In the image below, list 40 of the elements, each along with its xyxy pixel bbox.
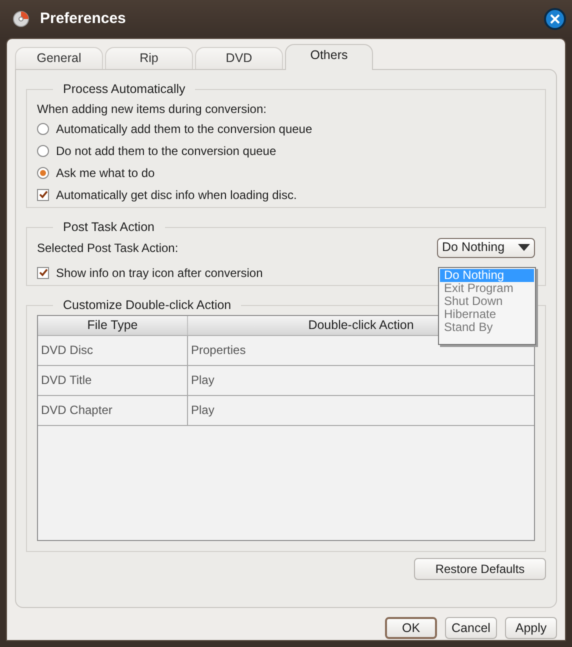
- table-cell: DVD Disc: [38, 336, 188, 365]
- table-cell: DVD Title: [38, 366, 188, 395]
- dialog-button[interactable]: OK: [385, 617, 437, 639]
- option-label: Automatically add them to the conversion queue: [56, 120, 312, 138]
- group-title: Process Automatically: [62, 81, 186, 98]
- dialog-button[interactable]: Cancel: [445, 617, 497, 639]
- close-icon: [550, 14, 560, 24]
- radio-button[interactable]: [37, 144, 49, 157]
- dialog-button[interactable]: Apply: [505, 617, 557, 639]
- tab[interactable]: DVD: [195, 47, 283, 69]
- checkbox[interactable]: [37, 188, 49, 201]
- tab[interactable]: Others: [285, 44, 373, 70]
- table-cell-text: Properties: [190, 342, 247, 360]
- option-label: Ask me what to do: [56, 164, 155, 182]
- table-cell: DVD Chapter: [38, 396, 188, 425]
- dropdown-option[interactable]: Exit Program: [440, 282, 534, 295]
- restore-defaults-button[interactable]: Restore Defaults: [414, 558, 546, 580]
- option-label: Do not add them to the conversion queue: [56, 142, 276, 160]
- field-label: Selected Post Task Action:: [37, 240, 178, 257]
- window-title: Preferences: [40, 8, 126, 29]
- option-label: Automatically get disc info when loading disc.: [56, 186, 297, 204]
- dropdown-option[interactable]: Stand By: [440, 321, 534, 334]
- dropdown[interactable]: Do Nothing: [437, 238, 535, 258]
- radio-button[interactable]: [37, 166, 49, 179]
- caret-icon: [518, 244, 530, 252]
- tab[interactable]: Rip: [105, 47, 193, 69]
- group-title: Post Task Action: [62, 219, 156, 236]
- option-label: Show info on tray icon after conversion: [56, 264, 263, 282]
- radio-button[interactable]: [37, 122, 49, 135]
- column-header[interactable]: File Type: [38, 316, 188, 335]
- dropdown-option[interactable]: Shut Down: [440, 295, 534, 308]
- close-button[interactable]: [544, 8, 566, 30]
- dropdown-option[interactable]: Hibernate: [440, 308, 534, 321]
- prompt-text: When adding new items during conversion:: [37, 100, 268, 118]
- group-title: Customize Double-click Action: [62, 297, 232, 314]
- disc-icon: [13, 11, 29, 27]
- table-cell-text: Play: [190, 372, 216, 390]
- checkbox[interactable]: [37, 266, 49, 279]
- table-cell-text: Play: [190, 402, 216, 420]
- tab[interactable]: General: [15, 47, 103, 69]
